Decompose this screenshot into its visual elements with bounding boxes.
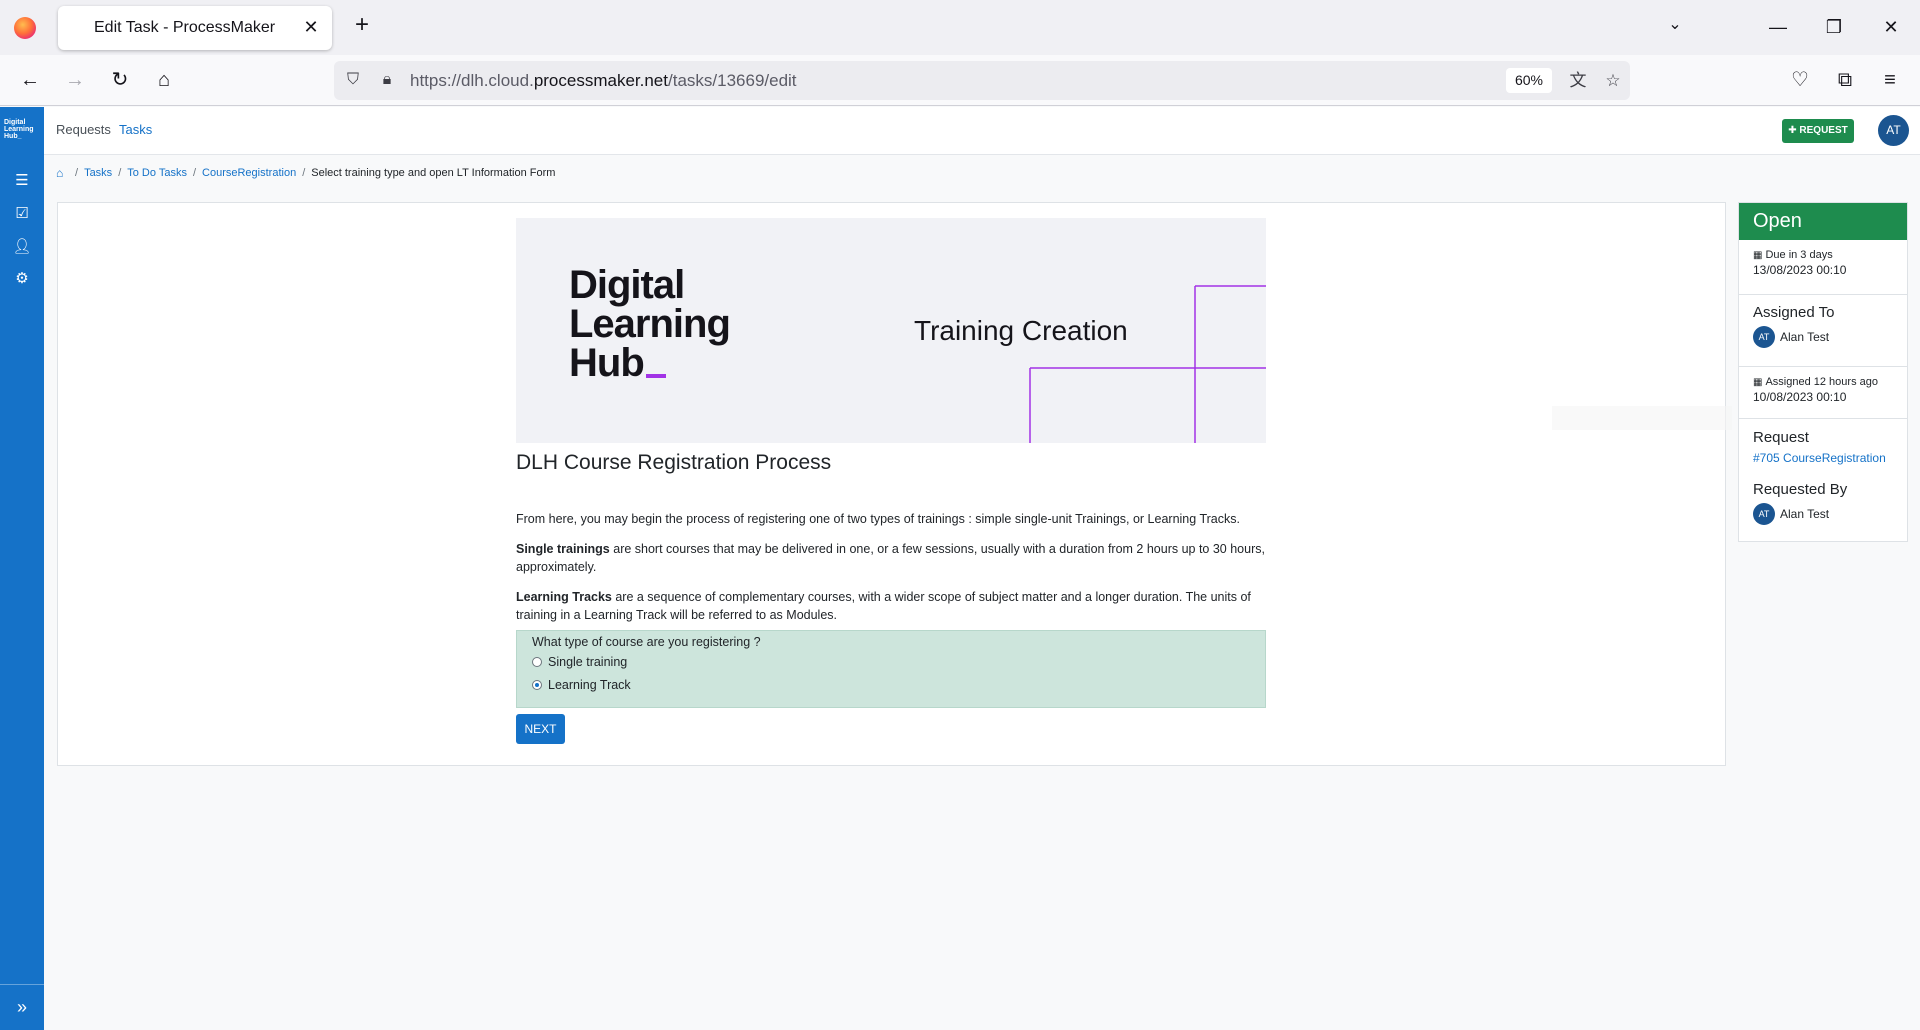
pocket-icon[interactable]: ♡	[1785, 65, 1815, 95]
due-section: ▦ Due in 3 days 13/08/2023 00:10	[1739, 240, 1907, 295]
assignee-name: Alan Test	[1780, 330, 1830, 344]
close-icon[interactable]: ✕	[300, 16, 322, 38]
requester-name: Alan Test	[1780, 507, 1830, 521]
intro-text: From here, you may begin the process of …	[516, 512, 1240, 526]
url-text[interactable]: https://dlh.cloud.processmaker.net/tasks…	[410, 71, 797, 91]
home-icon[interactable]: ⌂	[56, 167, 69, 179]
minimize-icon[interactable]: —	[1763, 12, 1793, 42]
back-icon[interactable]: ←	[15, 65, 45, 95]
tab-title: Edit Task - ProcessMaker	[94, 19, 276, 36]
list-icon[interactable]: ☰	[8, 167, 36, 195]
zoom-level[interactable]: 60%	[1506, 68, 1552, 93]
firefox-logo-icon	[14, 17, 36, 39]
breadcrumb-current: Select training type and open LT Informa…	[311, 167, 556, 179]
bookmark-star-icon[interactable]: ☆	[1601, 69, 1625, 93]
gear-icon[interactable]: ⚙	[8, 265, 36, 293]
user-avatar[interactable]: AT	[1878, 115, 1909, 146]
avatar: AT	[1753, 503, 1775, 525]
browser-tab-active[interactable]: Edit Task - ProcessMaker ✕	[58, 6, 332, 50]
breadcrumb-tasks[interactable]: Tasks	[84, 167, 112, 179]
new-tab-icon[interactable]: +	[350, 13, 374, 38]
new-request-button[interactable]: ✚ REQUEST	[1782, 119, 1854, 143]
menu-icon[interactable]: ≡	[1875, 65, 1905, 95]
banner-image: Digital Learning Hub Training Creation	[516, 218, 1266, 443]
app-top-nav: Requests Tasks ✚ REQUEST AT	[44, 107, 1920, 155]
task-info-panel: Open ▦ Due in 3 days 13/08/2023 00:10 Ass…	[1738, 202, 1908, 542]
calendar-icon: ▦	[1753, 249, 1763, 261]
calendar-icon: ▦	[1753, 376, 1763, 388]
radio-single-training[interactable]: Single training	[532, 655, 627, 669]
course-type-radio-group: What type of course are you registering …	[516, 630, 1266, 708]
next-button[interactable]: NEXT	[516, 714, 565, 744]
faint-overlay	[1552, 406, 1732, 430]
forward-icon[interactable]: →	[60, 65, 90, 95]
browser-tab-bar: Edit Task - ProcessMaker ✕ + ⌄ — ❐ ✕	[0, 0, 1920, 55]
lock-icon[interactable]: 🔒︎	[376, 69, 398, 91]
radio-button[interactable]	[532, 657, 542, 667]
nav-tasks[interactable]: Tasks	[119, 122, 152, 137]
single-training-desc: Single trainings are short courses that …	[516, 542, 1265, 574]
request-link[interactable]: #705 CourseRegistration	[1753, 451, 1907, 465]
learning-track-desc: Learning Tracks are a sequence of comple…	[516, 590, 1251, 622]
avatar: AT	[1753, 326, 1775, 348]
assigned-to-section: Assigned To AT Alan Test	[1739, 295, 1907, 367]
translate-icon[interactable]: 文	[1566, 69, 1590, 93]
request-section: Request #705 CourseRegistration Requeste…	[1739, 419, 1907, 542]
user-icon[interactable]: 👤︎	[8, 233, 36, 261]
radio-button-selected[interactable]	[532, 680, 542, 690]
assigned-date-section: ▦ Assigned 12 hours ago 10/08/2023 00:10	[1739, 367, 1907, 419]
breadcrumb-process[interactable]: CourseRegistration	[202, 167, 296, 179]
radio-learning-track[interactable]: Learning Track	[532, 678, 631, 692]
nav-requests[interactable]: Requests	[56, 122, 111, 137]
restore-icon[interactable]: ❐	[1819, 12, 1849, 42]
radio-question: What type of course are you registering …	[532, 635, 761, 649]
home-icon[interactable]: ⌂	[149, 65, 179, 95]
banner-decor-lines	[1029, 285, 1266, 443]
breadcrumb-todo[interactable]: To Do Tasks	[127, 167, 187, 179]
app-sidebar: Digital Learning Hub_ ☰ ☑ 👤︎ ⚙ »	[0, 107, 44, 1030]
status-badge: Open	[1739, 203, 1907, 240]
url-bar[interactable]: ⛉ 🔒︎ https://dlh.cloud.processmaker.net/…	[334, 61, 1630, 100]
reload-icon[interactable]: ↻	[105, 65, 135, 95]
extensions-icon[interactable]: ⧉	[1830, 65, 1860, 95]
dlh-logo[interactable]: Digital Learning Hub_	[4, 119, 40, 140]
breadcrumb: ⌂ / Tasks / To Do Tasks / CourseRegistra…	[56, 166, 556, 180]
shield-icon[interactable]: ⛉	[342, 69, 364, 91]
chevron-down-icon[interactable]: ⌄	[1663, 14, 1687, 38]
window-close-icon[interactable]: ✕	[1876, 12, 1906, 42]
browser-nav-bar: ← → ↻ ⌂ ⛉ 🔒︎ https://dlh.cloud.processma…	[0, 55, 1920, 106]
process-title: DLH Course Registration Process	[516, 451, 832, 474]
expand-sidebar-icon[interactable]: »	[0, 984, 44, 1030]
plus-icon: ✚	[1788, 125, 1797, 136]
tasks-check-icon[interactable]: ☑	[8, 200, 36, 228]
